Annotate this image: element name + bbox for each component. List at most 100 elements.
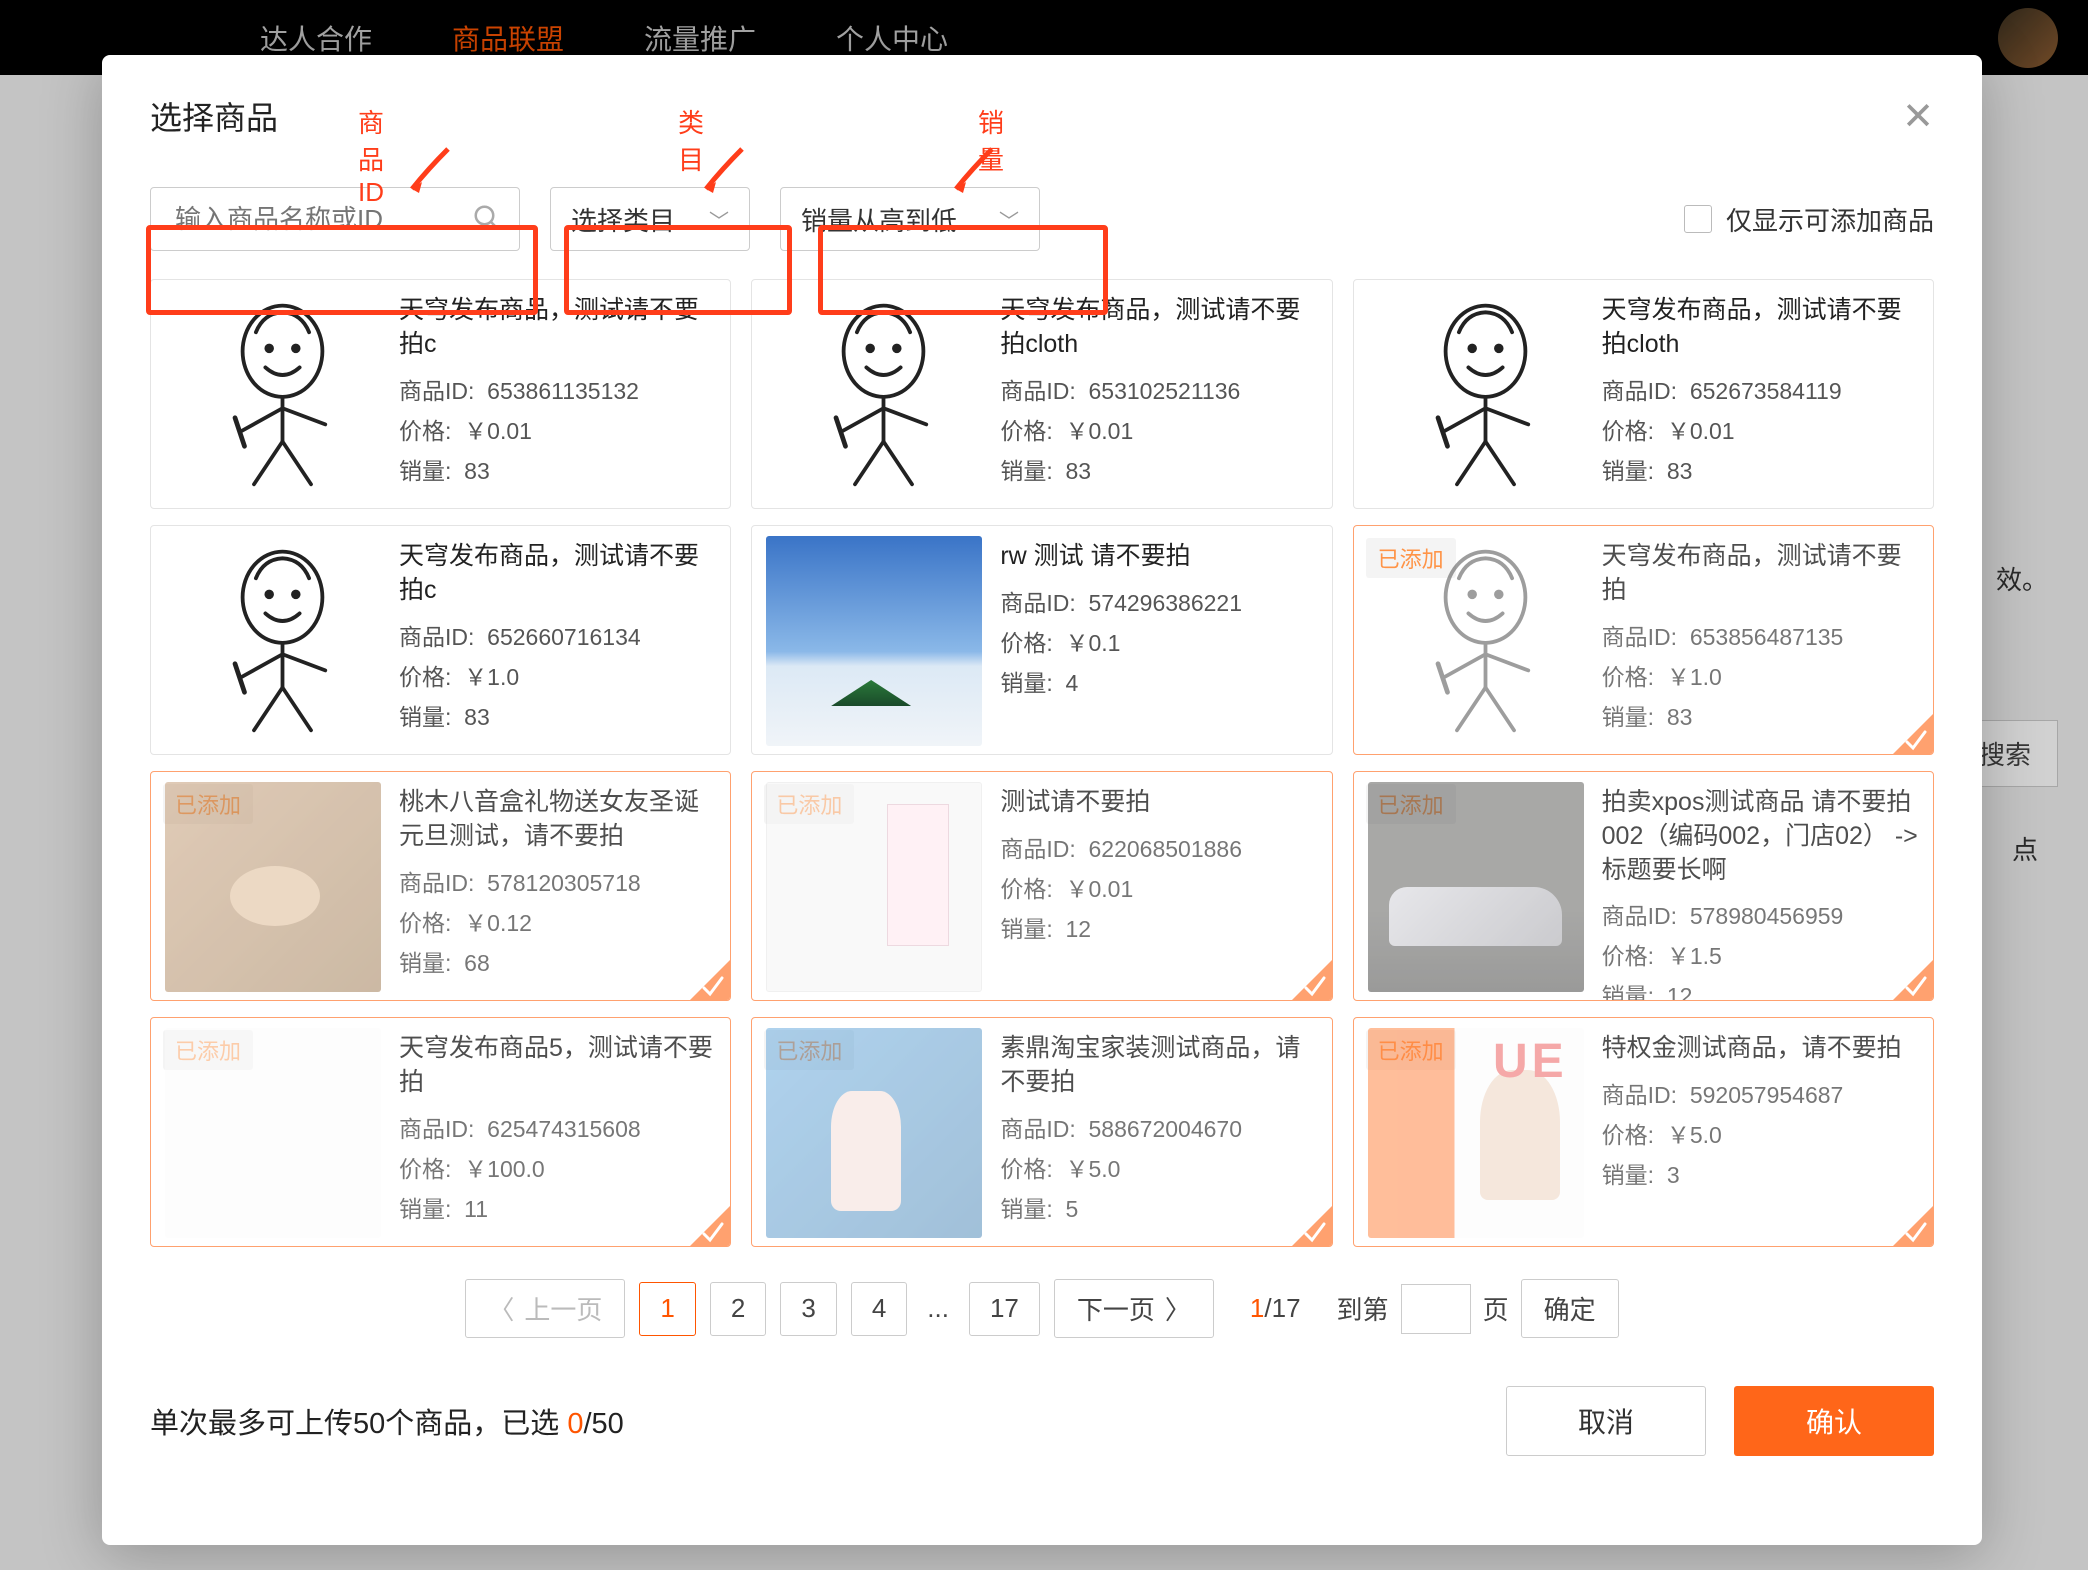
product-title: 天穹发布商品，测试请不要拍cloth	[1602, 294, 1919, 362]
product-title: 天穹发布商品，测试请不要拍	[1602, 540, 1919, 608]
product-id: 商品ID: 652660716134	[399, 618, 716, 652]
checkbox-box	[1684, 205, 1712, 233]
product-info: 素鼎淘宝家装测试商品，请不要拍 商品ID: 588672004670 价格: ￥…	[1000, 1028, 1317, 1236]
product-title: 天穹发布商品5，测试请不要拍	[399, 1032, 716, 1100]
product-id: 商品ID: 652673584119	[1602, 372, 1919, 406]
page-jump-input[interactable]	[1401, 1284, 1471, 1334]
product-price: 价格: ￥1.0	[1602, 658, 1919, 692]
page-indicator: 1/17	[1250, 1293, 1301, 1324]
product-title: 天穹发布商品，测试请不要拍cloth	[1000, 294, 1317, 362]
product-card[interactable]: 天穹发布商品，测试请不要拍c 商品ID: 652660716134 价格: ￥1…	[150, 525, 731, 755]
product-card[interactable]: 天穹发布商品，测试请不要拍c 商品ID: 653861135132 价格: ￥0…	[150, 279, 731, 509]
product-thumbnail	[165, 782, 381, 992]
product-sales: 销量: 68	[399, 944, 716, 978]
page-number-3[interactable]: 3	[780, 1282, 836, 1336]
product-title: 特权金测试商品，请不要拍	[1602, 1032, 1902, 1066]
product-sales: 销量: 83	[1000, 452, 1317, 486]
page-number-4[interactable]: 4	[851, 1282, 907, 1336]
product-id: 商品ID: 653861135132	[399, 372, 716, 406]
page-ellipsis: ...	[921, 1282, 955, 1336]
product-info: rw 测试 请不要拍 商品ID: 574296386221 价格: ￥0.1 销…	[1000, 536, 1242, 744]
chevron-right-icon: 〉	[1165, 1290, 1191, 1327]
product-card[interactable]: 已添加 天穹发布商品5，测试请不要拍 商品ID: 625474315608 价格…	[150, 1017, 731, 1247]
checkbox-label: 仅显示可添加商品	[1726, 201, 1934, 238]
product-card[interactable]: 天穹发布商品，测试请不要拍cloth 商品ID: 652673584119 价格…	[1353, 279, 1934, 509]
page-number-17[interactable]: 17	[969, 1282, 1040, 1336]
check-corner-icon	[1893, 1206, 1933, 1246]
product-thumbnail	[1368, 290, 1584, 500]
check-corner-icon	[690, 960, 730, 1000]
check-corner-icon	[1893, 960, 1933, 1000]
product-id: 商品ID: 578120305718	[399, 864, 716, 898]
only-addable-checkbox[interactable]: 仅显示可添加商品	[1684, 201, 1934, 238]
product-thumbnail	[165, 290, 381, 500]
product-price: 价格: ￥0.01	[1000, 412, 1317, 446]
product-price: 价格: ￥0.01	[1602, 412, 1919, 446]
product-id: 商品ID: 592057954687	[1602, 1076, 1902, 1110]
product-info: 桃木八音盒礼物送女友圣诞元旦测试，请不要拍 商品ID: 578120305718…	[399, 782, 716, 990]
selection-count-text: 单次最多可上传50个商品，已选 0/50	[150, 1400, 624, 1442]
product-id: 商品ID: 622068501886	[1000, 830, 1242, 864]
check-corner-icon	[690, 1206, 730, 1246]
product-sales: 销量: 4	[1000, 664, 1242, 698]
chevron-down-icon: ﹀	[999, 205, 1019, 234]
product-title: 天穹发布商品，测试请不要拍c	[399, 540, 716, 608]
product-sales: 销量: 83	[1602, 452, 1919, 486]
product-thumbnail	[1368, 782, 1584, 992]
product-thumbnail	[766, 290, 982, 500]
page-jump: 到第 页 确定	[1337, 1279, 1619, 1338]
product-card[interactable]: 已添加 天穹发布商品，测试请不要拍 商品ID: 653856487135 价格:…	[1353, 525, 1934, 755]
search-input[interactable]	[150, 187, 520, 251]
product-card[interactable]: 已添加 测试请不要拍 商品ID: 622068501886 价格: ￥0.01 …	[751, 771, 1332, 1001]
pagination: 〈上一页 1234... 17 下一页〉 1/17 到第 页 确定	[150, 1279, 1934, 1338]
product-price: 价格: ￥1.5	[1602, 937, 1919, 971]
product-info: 天穹发布商品，测试请不要拍cloth 商品ID: 653102521136 价格…	[1000, 290, 1317, 498]
confirm-button[interactable]: 确认	[1734, 1386, 1934, 1456]
product-title: 拍卖xpos测试商品 请不要拍002（编码002，门店02） -> 标题要长啊	[1602, 786, 1919, 887]
search-wrapper	[150, 187, 520, 251]
product-thumbnail	[1368, 1028, 1584, 1238]
product-card[interactable]: 已添加 桃木八音盒礼物送女友圣诞元旦测试，请不要拍 商品ID: 57812030…	[150, 771, 731, 1001]
product-price: 价格: ￥5.0	[1000, 1150, 1317, 1184]
product-card[interactable]: 已添加 素鼎淘宝家装测试商品，请不要拍 商品ID: 588672004670 价…	[751, 1017, 1332, 1247]
product-sales: 销量: 11	[399, 1190, 716, 1224]
next-page-button[interactable]: 下一页〉	[1054, 1279, 1214, 1338]
product-info: 天穹发布商品，测试请不要拍 商品ID: 653856487135 价格: ￥1.…	[1602, 536, 1919, 744]
check-corner-icon	[1893, 714, 1933, 754]
product-id: 商品ID: 574296386221	[1000, 584, 1242, 618]
product-info: 拍卖xpos测试商品 请不要拍002（编码002，门店02） -> 标题要长啊 …	[1602, 782, 1919, 990]
product-id: 商品ID: 578980456959	[1602, 897, 1919, 931]
category-select[interactable]: 选择类目 ﹀	[550, 187, 750, 251]
check-corner-icon	[1292, 1206, 1332, 1246]
product-info: 天穹发布商品5，测试请不要拍 商品ID: 625474315608 价格: ￥1…	[399, 1028, 716, 1236]
check-corner-icon	[1292, 960, 1332, 1000]
product-info: 天穹发布商品，测试请不要拍c 商品ID: 652660716134 价格: ￥1…	[399, 536, 716, 744]
product-card[interactable]: 天穹发布商品，测试请不要拍cloth 商品ID: 653102521136 价格…	[751, 279, 1332, 509]
product-thumbnail	[165, 536, 381, 746]
page-jump-go-button[interactable]: 确定	[1521, 1279, 1619, 1338]
modal-title: 选择商品	[150, 93, 278, 139]
chevron-down-icon: ﹀	[709, 205, 729, 234]
prev-page-button[interactable]: 〈上一页	[465, 1279, 625, 1338]
product-card[interactable]: 已添加 拍卖xpos测试商品 请不要拍002（编码002，门店02） -> 标题…	[1353, 771, 1934, 1001]
product-id: 商品ID: 653102521136	[1000, 372, 1317, 406]
product-sales: 销量: 12	[1000, 910, 1242, 944]
product-sales: 销量: 12	[1602, 977, 1919, 1001]
category-select-label: 选择类目	[571, 201, 675, 238]
product-price: 价格: ￥1.0	[399, 658, 716, 692]
product-card[interactable]: rw 测试 请不要拍 商品ID: 574296386221 价格: ￥0.1 销…	[751, 525, 1332, 755]
product-info: 测试请不要拍 商品ID: 622068501886 价格: ￥0.01 销量: …	[1000, 782, 1242, 990]
page-number-1[interactable]: 1	[639, 1282, 695, 1336]
cancel-button[interactable]: 取消	[1506, 1386, 1706, 1456]
product-card[interactable]: 已添加 特权金测试商品，请不要拍 商品ID: 592057954687 价格: …	[1353, 1017, 1934, 1247]
product-id: 商品ID: 625474315608	[399, 1110, 716, 1144]
product-title: 测试请不要拍	[1000, 786, 1242, 820]
page-number-2[interactable]: 2	[710, 1282, 766, 1336]
sort-select[interactable]: 销量从高到低 ﹀	[780, 187, 1040, 251]
product-info: 天穹发布商品，测试请不要拍cloth 商品ID: 652673584119 价格…	[1602, 290, 1919, 498]
product-thumbnail	[766, 536, 982, 746]
search-icon[interactable]	[472, 203, 502, 240]
product-grid: 天穹发布商品，测试请不要拍c 商品ID: 653861135132 价格: ￥0…	[150, 279, 1934, 1247]
close-icon[interactable]: ✕	[1902, 94, 1934, 139]
modal-footer: 单次最多可上传50个商品，已选 0/50 取消 确认	[150, 1386, 1934, 1456]
